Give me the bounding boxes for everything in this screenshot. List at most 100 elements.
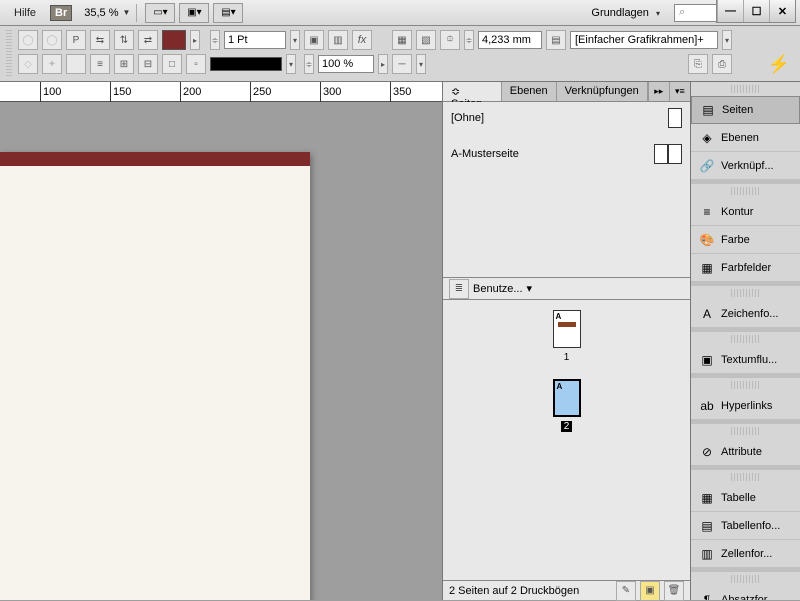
distribute2-icon[interactable]: ⇅ — [114, 30, 134, 50]
dock-swatches[interactable]: ▦Farbfelder — [691, 254, 800, 282]
dock-stroke[interactable]: ≡Kontur — [691, 198, 800, 226]
shape-poly-icon[interactable]: ◇ — [18, 54, 38, 74]
edit-page-icon[interactable]: ✎ — [616, 581, 636, 601]
tab-layers[interactable]: Ebenen — [502, 82, 557, 101]
shape-star-icon[interactable]: ✦ — [42, 54, 62, 74]
stroke-weight-field[interactable]: 1 Pt — [224, 31, 286, 49]
dock-textwrap[interactable]: ▣Textumflu... — [691, 346, 800, 374]
style-icon[interactable]: ▤ — [546, 30, 566, 50]
master-none-thumb[interactable] — [668, 108, 682, 128]
pages-view-icon[interactable]: ≣ — [449, 279, 469, 299]
effects-icon[interactable]: ▣ — [304, 30, 324, 50]
zoom-level[interactable]: 35,5 % — [84, 7, 118, 19]
line-icon[interactable]: ─ — [392, 54, 412, 74]
fill-swatch[interactable] — [162, 30, 186, 50]
tab-pages[interactable]: ≎ Seiten — [443, 82, 502, 101]
text-tool-icon[interactable]: P — [66, 30, 86, 50]
style-dd[interactable]: ▾ — [722, 30, 732, 50]
delete-page-icon[interactable]: 🗑 — [664, 581, 684, 601]
distribute1-icon[interactable]: ⇆ — [90, 30, 110, 50]
links-icon: 🔗 — [699, 158, 715, 174]
opt-b-icon[interactable]: ⎙ — [712, 54, 732, 74]
table-icon: ▦ — [699, 490, 715, 506]
maximize-button[interactable]: ☐ — [743, 0, 769, 22]
align1-icon[interactable]: ≡ — [90, 54, 110, 74]
pages-list: A 1 A 2 — [443, 300, 690, 580]
zoom-dropdown[interactable]: ▼ — [123, 8, 131, 17]
document-area[interactable]: 100 150 200 250 300 350 — [0, 82, 442, 600]
dock-grip[interactable] — [731, 575, 760, 583]
frame-fit-icon[interactable]: ⯐ — [440, 30, 460, 50]
new-page-icon[interactable]: ▣ — [640, 581, 660, 601]
weight-dd[interactable]: ▾ — [290, 30, 300, 50]
dock-cellstyles[interactable]: ▥Zellenfor... — [691, 540, 800, 568]
measure-stepper[interactable]: ≑ — [464, 30, 474, 50]
align3-icon[interactable]: ⊟ — [138, 54, 158, 74]
object-style-field[interactable]: [Einfacher Grafikrahmen]+ — [570, 31, 718, 49]
quick-apply-icon[interactable]: ⚡ — [768, 54, 790, 75]
pages-view-label[interactable]: Benutze... — [473, 283, 523, 295]
line-dd[interactable]: ▾ — [416, 54, 426, 74]
arrange-icon[interactable]: ▤▾ — [213, 3, 243, 23]
wrap1-icon[interactable]: ▦ — [392, 30, 412, 50]
dock-hyperlinks[interactable]: abHyperlinks — [691, 392, 800, 420]
fx-icon[interactable]: fx — [352, 30, 372, 50]
dock-grip[interactable] — [731, 335, 760, 343]
shape-ellipse2-icon[interactable]: ◯ — [42, 30, 62, 50]
shape-blank-icon[interactable] — [66, 54, 86, 74]
clip-icon[interactable]: ▥ — [328, 30, 348, 50]
screen-mode-icon[interactable]: ▣▾ — [179, 3, 209, 23]
workspace-switcher[interactable]: Grundlagen ▾ — [585, 5, 666, 21]
dock-layers[interactable]: ◈Ebenen — [691, 124, 800, 152]
menu-help[interactable]: Hilfe — [6, 5, 44, 21]
panel-menu-icon[interactable]: ▾≡ — [669, 82, 690, 101]
opacity-stepper[interactable]: ≑ — [304, 54, 314, 74]
master-none[interactable]: [Ohne] — [451, 112, 484, 124]
attr-icon: ⊘ — [699, 444, 715, 460]
shape-ellipse-icon[interactable]: ◯ — [18, 30, 38, 50]
stroke-style-dd[interactable]: ▾ — [286, 54, 296, 74]
align2-icon[interactable]: ⊞ — [114, 54, 134, 74]
close-button[interactable]: ✕ — [769, 0, 795, 22]
stroke-style[interactable] — [210, 57, 282, 71]
minimize-button[interactable]: — — [717, 0, 743, 22]
fill-dropdown[interactable]: ▸ — [190, 30, 200, 50]
opacity-field[interactable]: 100 % — [318, 55, 374, 73]
dock-grip[interactable] — [731, 289, 760, 297]
dock-charstyles[interactable]: AZeichenfo... — [691, 300, 800, 328]
distribute3-icon[interactable]: ⇄ — [138, 30, 158, 50]
dock-grip[interactable] — [731, 427, 760, 435]
opt-a-icon[interactable]: ⎘ — [688, 54, 708, 74]
page-thumb-1[interactable]: A — [553, 310, 581, 348]
view-options-icon[interactable]: ▭▾ — [145, 3, 175, 23]
panel-collapse-icon[interactable]: ▸▸ — [648, 82, 669, 101]
tab-links[interactable]: Verknüpfungen — [557, 82, 648, 101]
dock-attributes[interactable]: ⊘Attribute — [691, 438, 800, 466]
dock-pages[interactable]: ▤Seiten — [691, 96, 800, 124]
master-a-thumb[interactable] — [654, 144, 682, 164]
page-thumb-2[interactable]: A — [553, 379, 581, 417]
layers-icon: ◈ — [699, 130, 715, 146]
dock-grip[interactable] — [731, 381, 760, 389]
dock-tablestyles[interactable]: ▤Tabellenfo... — [691, 512, 800, 540]
pages-icon: ▤ — [700, 102, 716, 118]
bridge-button[interactable]: Br — [50, 5, 72, 21]
weight-stepper[interactable]: ≑ — [210, 30, 220, 50]
wrap2-icon[interactable]: ▧ — [416, 30, 436, 50]
dock-color[interactable]: 🎨Farbe — [691, 226, 800, 254]
stroke-swap-icon[interactable]: □ — [162, 54, 182, 74]
dock-grip[interactable] — [731, 85, 760, 93]
dock-links[interactable]: 🔗Verknüpf... — [691, 152, 800, 180]
stroke-toggle-icon[interactable]: ▫ — [186, 54, 206, 74]
dock-parastyles[interactable]: ¶Absatzfor... — [691, 586, 800, 600]
master-a[interactable]: A-Musterseite — [451, 148, 519, 160]
page-canvas[interactable] — [0, 152, 310, 600]
measure-field[interactable]: 4,233 mm — [478, 31, 542, 49]
opacity-dd[interactable]: ▸ — [378, 54, 388, 74]
dock-grip[interactable] — [731, 187, 760, 195]
stroke-icon: ≡ — [699, 204, 715, 220]
pages-panel: ≎ Seiten Ebenen Verknüpfungen ▸▸ ▾≡ [Ohn… — [442, 82, 690, 600]
dock-grip[interactable] — [731, 473, 760, 481]
panel-tabs: ≎ Seiten Ebenen Verknüpfungen ▸▸ ▾≡ — [443, 82, 690, 102]
dock-table[interactable]: ▦Tabelle — [691, 484, 800, 512]
